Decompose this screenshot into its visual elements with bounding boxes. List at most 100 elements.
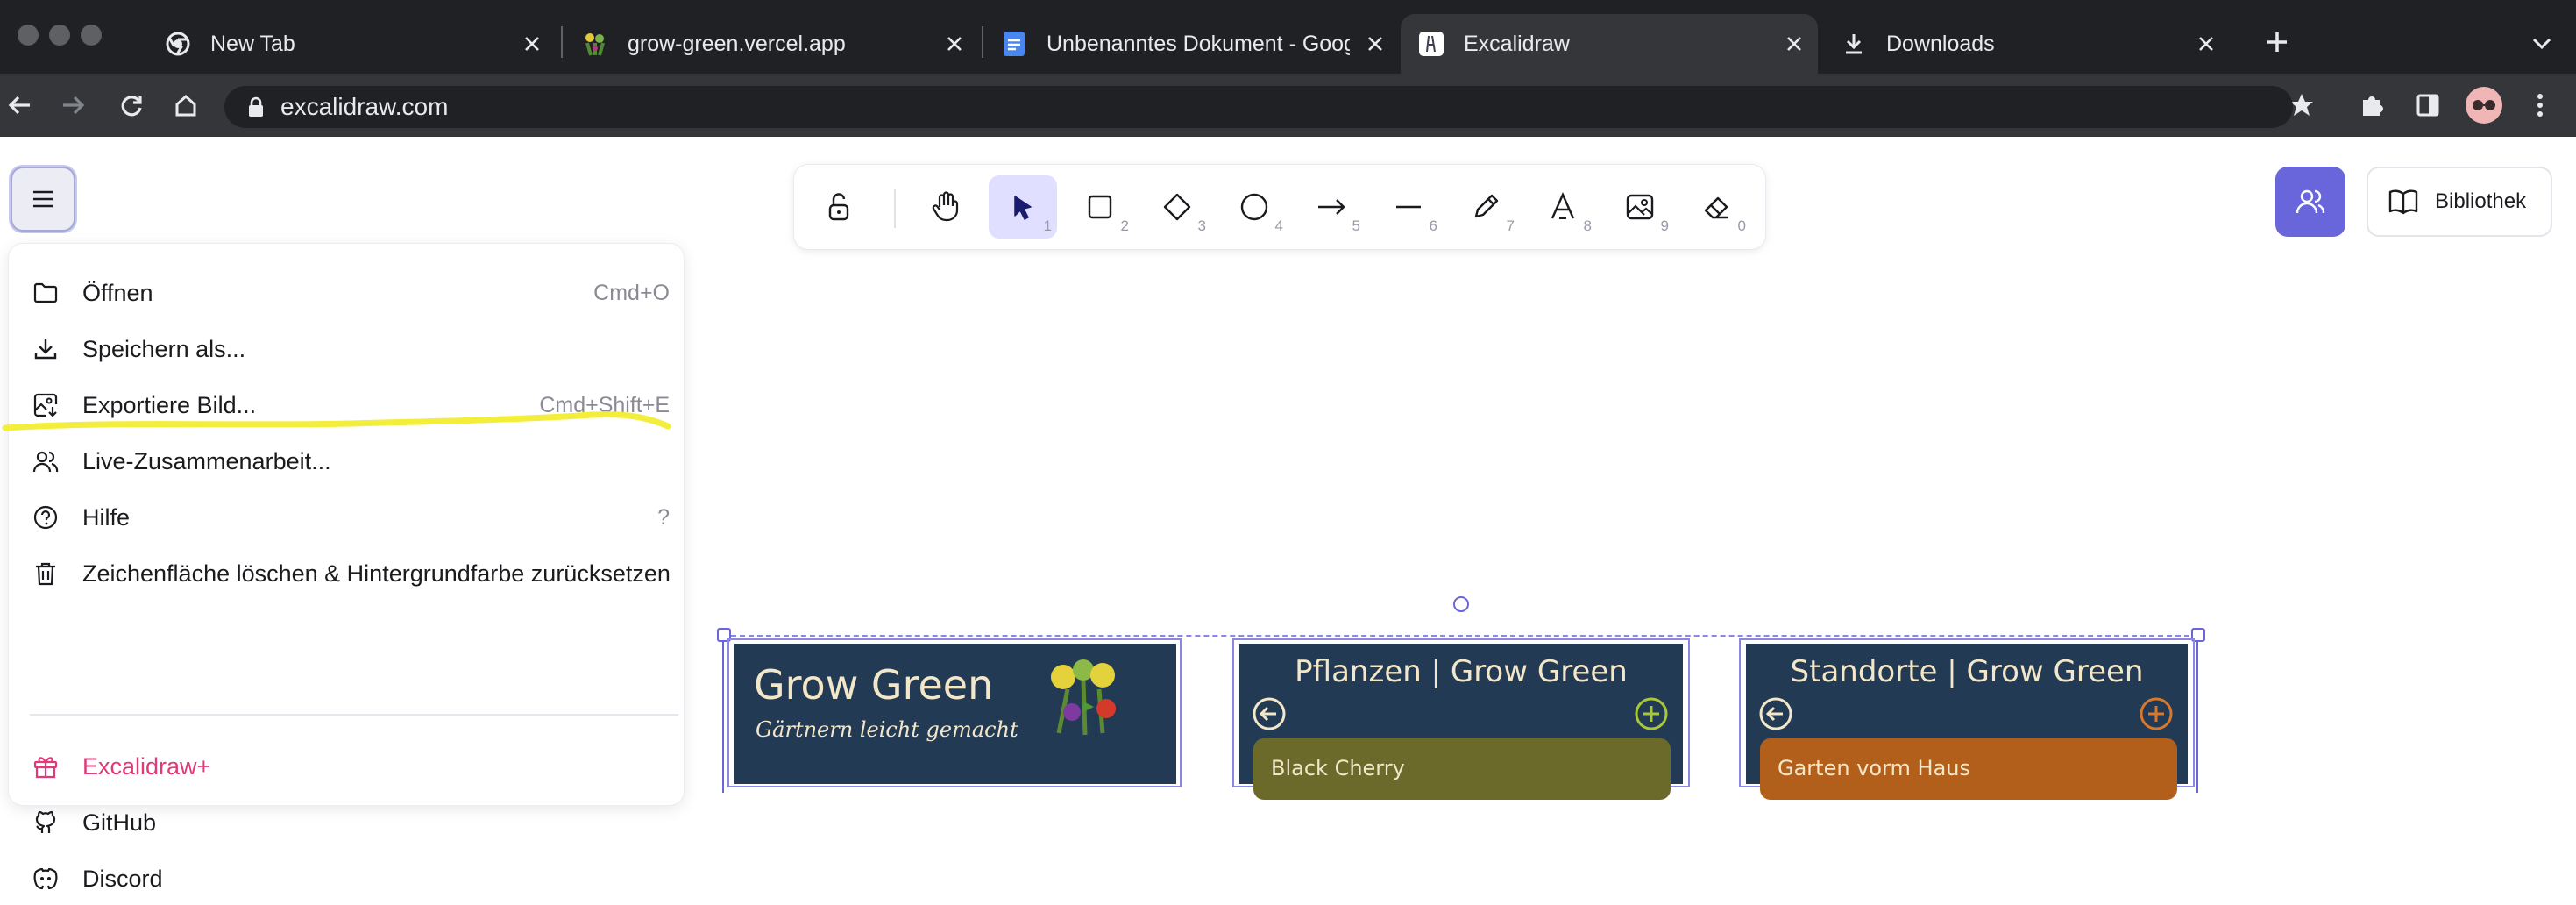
menu-item-help[interactable]: Hilfe ? [30, 491, 670, 544]
add-plus-icon[interactable] [2139, 696, 2174, 736]
tab-search-chevron-icon[interactable] [2524, 26, 2559, 61]
pencil-tool-button[interactable]: 7 [1451, 175, 1520, 239]
arrow-right-icon [1318, 199, 1345, 215]
tab-excalidraw[interactable]: Excalidraw [1401, 14, 1818, 74]
live-collaboration-button[interactable] [2275, 167, 2345, 237]
tool-shortcut-number: 7 [1506, 217, 1515, 234]
yellow-highlight-stroke [2, 411, 671, 431]
chrome-menu-kebab-icon[interactable] [2521, 86, 2559, 125]
rectangle-icon [1088, 195, 1112, 219]
tool-shortcut-number: 9 [1660, 217, 1669, 234]
reload-icon[interactable] [112, 86, 151, 125]
window-close-button[interactable] [18, 25, 39, 46]
tool-shortcut-number: 3 [1197, 217, 1206, 234]
pencil-icon [1474, 194, 1499, 218]
extensions-puzzle-icon[interactable] [2352, 86, 2391, 125]
url-omnibox[interactable]: excalidraw.com [224, 86, 2293, 128]
frame-subtitle: Gärtnern leicht gemacht [756, 717, 1018, 742]
tab-google-docs[interactable]: Unbenanntes Dokument - Google Docs [987, 14, 1399, 74]
main-menu-dropdown: Öffnen Cmd+O Speichern als... Exportiere… [9, 244, 684, 892]
url-text: excalidraw.com [280, 93, 449, 120]
menu-link-discord[interactable]: Discord [30, 852, 670, 905]
tab-downloads[interactable]: Downloads [1830, 14, 2230, 74]
rectangle-tool-button[interactable]: 2 [1066, 175, 1134, 239]
tab-title: grow-green.vercel.app [628, 31, 846, 56]
chrome-icon [165, 31, 191, 57]
diamond-tool-button[interactable]: 3 [1143, 175, 1211, 239]
tab-separator [982, 26, 983, 58]
add-plus-icon[interactable] [1634, 696, 1669, 736]
location-card-label: Garten vorm Haus [1778, 756, 1970, 780]
profile-avatar[interactable] [2465, 86, 2503, 125]
hand-icon [932, 191, 959, 222]
window-zoom-button[interactable] [81, 25, 102, 46]
excalidraw-favicon [1418, 31, 1444, 57]
tab-title: Downloads [1886, 31, 1995, 56]
hamburger-icon [33, 190, 53, 208]
image-tool-button[interactable]: 9 [1606, 175, 1674, 239]
hand-tool-button[interactable] [912, 175, 980, 239]
tab-separator [561, 26, 563, 58]
unlock-icon [828, 193, 849, 221]
diamond-icon [1163, 193, 1191, 221]
text-tool-button[interactable]: 8 [1529, 175, 1597, 239]
users-icon [2296, 189, 2325, 214]
close-icon[interactable] [1779, 29, 1809, 59]
home-icon[interactable] [167, 86, 205, 125]
side-panel-icon[interactable] [2409, 86, 2447, 125]
back-arrow-icon[interactable] [0, 86, 39, 125]
selection-tool-button[interactable]: 1 [989, 175, 1057, 239]
menu-item-label: Discord [82, 865, 163, 892]
text-a-icon [1551, 192, 1575, 219]
tool-shortcut-number: 1 [1043, 217, 1052, 234]
frame-locations-screen[interactable]: Standorte | Grow Green Garten vorm Haus [1746, 644, 2188, 800]
library-label: Bibliothek [2435, 189, 2527, 213]
forward-arrow-icon[interactable] [54, 86, 93, 125]
menu-link-github[interactable]: GitHub [30, 796, 670, 849]
tool-shortcut-number: 4 [1274, 217, 1283, 234]
window-minimize-button[interactable] [49, 25, 70, 46]
close-icon[interactable] [940, 29, 969, 59]
menu-item-shortcut: Cmd+O [593, 280, 670, 305]
gift-icon [30, 751, 61, 782]
excalidraw-app: 1 2 3 4 5 6 7 8 9 0 Bibliothek Grow Gree… [0, 137, 2576, 892]
menu-item-save-as[interactable]: Speichern als... [30, 323, 670, 375]
tool-shortcut-number: 2 [1120, 217, 1129, 234]
tab-new-tab[interactable]: New Tab [149, 14, 556, 74]
lock-tool-button[interactable] [805, 175, 873, 239]
folder-icon [30, 277, 61, 309]
menu-item-shortcut: ? [657, 504, 670, 530]
arrow-tool-button[interactable]: 5 [1297, 175, 1366, 239]
main-menu-button[interactable] [11, 167, 75, 232]
library-button[interactable]: Bibliothek [2367, 167, 2552, 237]
new-tab-plus-icon[interactable] [2260, 25, 2295, 60]
frame-home-screen[interactable]: Grow Green Gärtnern leicht gemacht [734, 644, 1176, 784]
menu-link-excalidraw-plus[interactable]: Excalidraw+ [30, 740, 670, 793]
ellipse-tool-button[interactable]: 4 [1220, 175, 1288, 239]
close-icon[interactable] [1360, 29, 1390, 59]
close-icon[interactable] [517, 29, 547, 59]
location-card[interactable]: Garten vorm Haus [1760, 738, 2177, 800]
menu-item-reset-canvas[interactable]: Zeichenfläche löschen & Hintergrundfarbe… [30, 547, 671, 600]
frame-title: Grow Green [754, 661, 994, 709]
back-arrow-icon[interactable] [1252, 696, 1287, 736]
discord-icon [30, 863, 61, 894]
eraser-tool-button[interactable]: 0 [1683, 175, 1751, 239]
lock-icon [247, 96, 265, 122]
rotation-handle[interactable] [1453, 596, 1469, 612]
plant-bouquet-illustration [1033, 654, 1138, 742]
line-tool-button[interactable]: 6 [1374, 175, 1443, 239]
menu-item-open[interactable]: Öffnen Cmd+O [30, 267, 670, 319]
close-icon[interactable] [2191, 29, 2221, 59]
menu-item-label: Zeichenfläche löschen & Hintergrundfarbe… [82, 559, 671, 587]
tab-grow-green[interactable]: grow-green.vercel.app [568, 14, 978, 74]
eraser-icon [1704, 196, 1728, 219]
grow-green-favicon [582, 31, 608, 57]
plant-card[interactable]: Black Cherry [1253, 738, 1671, 800]
menu-item-label: GitHub [82, 809, 157, 836]
frame-plants-screen[interactable]: Pflanzen | Grow Green Black Cherry [1239, 644, 1683, 800]
menu-item-label: Speichern als... [82, 335, 246, 362]
back-arrow-icon[interactable] [1758, 696, 1793, 736]
download-icon [1841, 31, 1867, 57]
book-open-icon [2388, 189, 2418, 215]
